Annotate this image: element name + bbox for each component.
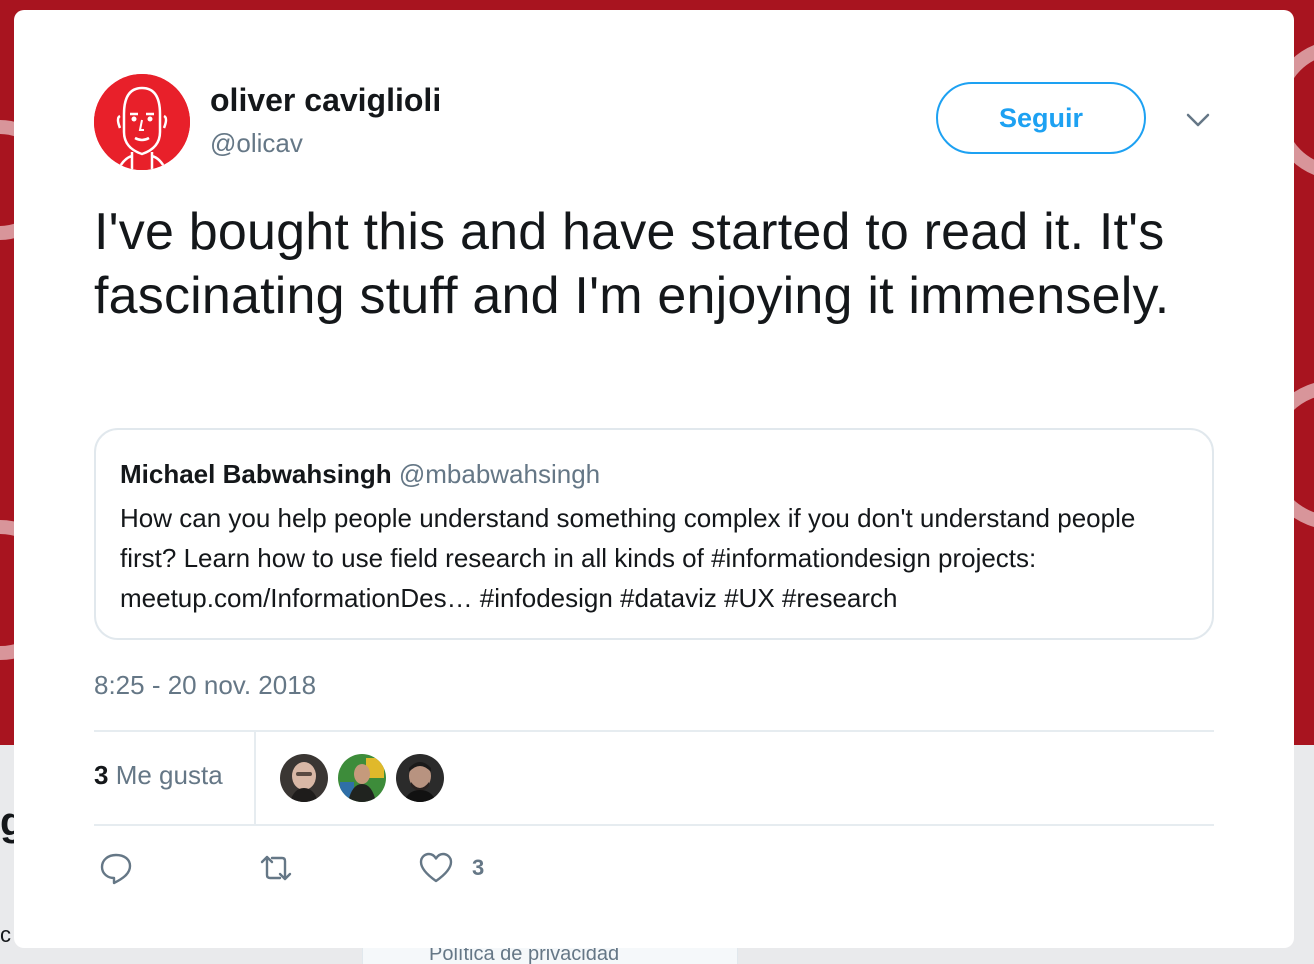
tweet-actions: 3 (94, 850, 694, 890)
quoted-author-name: Michael Babwahsingh (120, 459, 392, 489)
quoted-author-handle: @mbabwahsingh (398, 459, 601, 489)
divider (94, 730, 1214, 732)
likes-summary[interactable]: 3 Me gusta (94, 760, 223, 791)
chevron-down-icon[interactable] (1182, 104, 1214, 136)
like-count: 3 (472, 855, 485, 880)
quoted-tweet[interactable]: Michael Babwahsingh @mbabwahsingh How ca… (94, 428, 1214, 640)
reply-button[interactable] (98, 850, 134, 886)
retweet-button[interactable] (258, 850, 294, 886)
background-fragment: c (0, 922, 11, 947)
quoted-tweet-text: How can you help people understand somet… (120, 503, 1136, 613)
author-avatar[interactable] (94, 74, 190, 170)
liker-avatar[interactable] (338, 754, 386, 802)
heart-icon (419, 852, 453, 883)
divider (94, 824, 1214, 826)
divider (254, 732, 256, 826)
tweet-header: oliver caviglioli @olicav Seguir (94, 74, 1214, 174)
quoted-tweet-header: Michael Babwahsingh @mbabwahsingh (120, 458, 1188, 490)
author-name[interactable]: oliver caviglioli (210, 82, 441, 119)
liker-avatar[interactable] (396, 754, 444, 802)
author-handle[interactable]: @olicav (210, 128, 303, 159)
retweet-icon (260, 855, 292, 881)
follow-button[interactable]: Seguir (936, 82, 1146, 154)
like-button[interactable]: 3 (418, 850, 484, 886)
likes-count: 3 (94, 760, 109, 790)
reply-icon (100, 853, 132, 885)
tweet-timestamp[interactable]: 8:25 - 20 nov. 2018 (94, 670, 316, 701)
tweet-modal: oliver caviglioli @olicav Seguir I've bo… (14, 10, 1294, 948)
avatar-illustration (94, 74, 190, 170)
tweet-text: I've bought this and have started to rea… (94, 203, 1170, 325)
liker-avatar[interactable] (280, 754, 328, 802)
likes-label: Me gusta (115, 760, 223, 790)
